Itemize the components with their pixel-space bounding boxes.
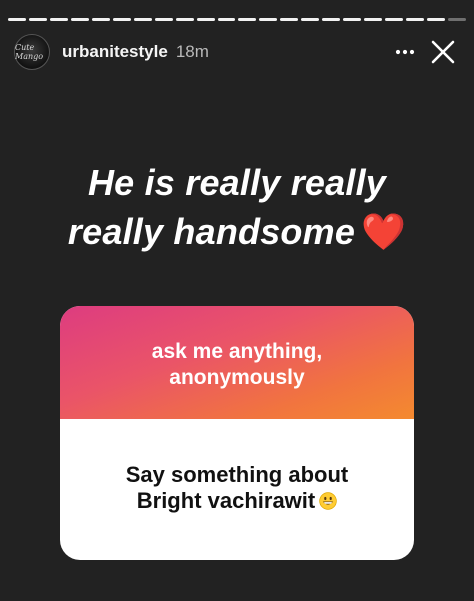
progress-segment [217, 18, 236, 21]
progress-segment [280, 18, 299, 21]
story-progress-bar [8, 18, 466, 21]
progress-segment [49, 18, 68, 21]
progress-segment [112, 18, 131, 21]
progress-segment [154, 18, 173, 21]
progress-segment [259, 18, 278, 21]
progress-segment [91, 18, 110, 21]
story-caption: He is really really really handsome ❤️ [30, 158, 444, 256]
avatar-label: Cute Mango [15, 43, 44, 61]
progress-segment [448, 18, 466, 21]
question-prompt-line-2: anonymously [169, 365, 305, 389]
question-sticker[interactable]: ask me anything, anonymously Say somethi… [60, 306, 414, 560]
progress-segment [385, 18, 404, 21]
progress-segment [406, 18, 425, 21]
question-prompt: ask me anything, anonymously [152, 335, 322, 391]
grinning-face-emoji-icon [319, 491, 337, 510]
close-button[interactable] [426, 35, 460, 69]
question-sticker-header: ask me anything, anonymously [60, 306, 414, 419]
progress-segment [28, 18, 47, 21]
answer-line-2: Bright vachirawit [136, 487, 316, 513]
avatar[interactable]: Cute Mango [14, 34, 50, 70]
close-icon [431, 40, 455, 64]
progress-segment [301, 18, 320, 21]
caption-line-2: really handsome [67, 211, 356, 252]
heart-emoji: ❤️ [361, 211, 407, 252]
progress-segment [70, 18, 89, 21]
more-dots-icon [395, 49, 415, 55]
question-prompt-line-1: ask me anything, [151, 339, 323, 363]
progress-segment [238, 18, 257, 21]
progress-segment [8, 18, 26, 21]
progress-segment [133, 18, 152, 21]
question-answer: Say something about Bright vachirawit [126, 462, 348, 518]
story-header: Cute Mango urbanitestyle 18m [14, 33, 460, 71]
progress-segment [364, 18, 383, 21]
question-answer-area[interactable]: Say something about Bright vachirawit [60, 419, 414, 560]
more-options-button[interactable] [388, 37, 422, 67]
post-time: 18m [175, 42, 209, 61]
username[interactable]: urbanitestyle [62, 42, 168, 62]
story-viewer: Cute Mango urbanitestyle 18m He is reall… [0, 0, 474, 601]
progress-segment [322, 18, 341, 21]
progress-segment [196, 18, 215, 21]
caption-line-1: He is really really [87, 162, 386, 203]
progress-segment [175, 18, 194, 21]
progress-segment [343, 18, 362, 21]
answer-line-1: Say something about [125, 461, 349, 487]
progress-segment [427, 18, 446, 21]
